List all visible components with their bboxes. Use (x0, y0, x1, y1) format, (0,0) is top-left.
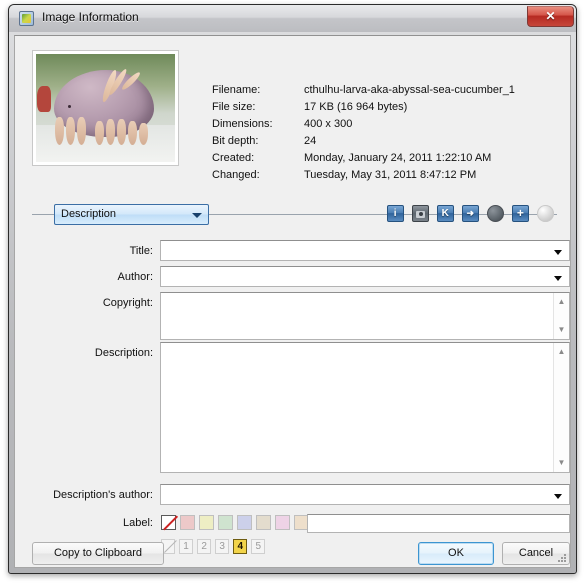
globe-icon[interactable] (486, 205, 504, 222)
label-swatch-green[interactable] (218, 515, 234, 530)
scroll-down-icon[interactable]: ▼ (554, 322, 569, 338)
close-button[interactable] (527, 6, 574, 27)
image-app-icon (19, 11, 34, 26)
window-title: Image Information (42, 10, 139, 24)
thumbnail-image (36, 54, 175, 162)
metadata-label: Created: (212, 152, 255, 164)
metadata-label: File size: (212, 101, 256, 113)
scroll-down-icon[interactable]: ▼ (554, 455, 569, 471)
camera-icon[interactable] (411, 205, 429, 222)
description-author-field[interactable] (160, 484, 570, 505)
copyright-field[interactable]: ▲ ▼ (160, 292, 570, 340)
chevron-down-icon (554, 250, 562, 255)
chevron-down-icon (554, 276, 562, 281)
thumbnail-preview (32, 50, 179, 166)
label-swatch-none[interactable] (161, 515, 176, 530)
info-icon-glyph: i (393, 208, 397, 219)
title-field-label: Title: (129, 245, 153, 257)
description-field[interactable]: ▲ ▼ (160, 342, 570, 473)
copy-to-clipboard-button[interactable]: Copy to Clipboard (32, 542, 164, 565)
copyright-field-label: Copyright: (102, 297, 153, 309)
ok-button[interactable]: OK (418, 542, 494, 565)
rating-option-3[interactable]: 3 (215, 539, 230, 554)
author-field[interactable] (160, 266, 570, 287)
arrow-right-icon[interactable]: ➜ (461, 205, 479, 222)
label-swatch-blue[interactable] (237, 515, 253, 530)
rating-option-4[interactable]: 4 (233, 539, 248, 554)
metadata-label: Bit depth: (212, 135, 259, 147)
metadata-value: 24 (304, 135, 317, 147)
scroll-up-icon[interactable]: ▲ (554, 294, 569, 310)
keywords-icon[interactable]: K (436, 205, 454, 222)
label-swatch-red[interactable] (180, 515, 196, 530)
description-author-field-label: Description's author: (53, 489, 153, 501)
rating-option-2[interactable]: 2 (197, 539, 212, 554)
arrow-right-icon-glyph: ➜ (466, 208, 475, 218)
copyright-scrollbar[interactable]: ▲ ▼ (553, 293, 569, 339)
description-scrollbar[interactable]: ▲ ▼ (553, 343, 569, 472)
metadata-value: Monday, January 24, 2011 1:22:10 AM (304, 152, 492, 164)
label-swatch-pink[interactable] (275, 515, 291, 530)
chevron-down-icon (192, 213, 202, 218)
section-dropdown-value: Description (61, 208, 117, 220)
sphere-icon[interactable] (537, 205, 554, 222)
image-information-window: Image Information ✕ Filename: cthulhu-la… (8, 4, 577, 574)
rating-option-1[interactable]: 1 (179, 539, 194, 554)
chevron-down-icon (554, 494, 562, 499)
metadata-label: Changed: (212, 169, 260, 181)
label-swatch-yellow[interactable] (199, 515, 215, 530)
metadata-label: Filename: (212, 84, 261, 96)
metadata-toolbar: i K ➜ + (382, 205, 554, 222)
rating-option-5[interactable]: 5 (251, 539, 266, 554)
label-text-input[interactable] (307, 514, 570, 533)
info-icon[interactable]: i (386, 205, 404, 222)
title-field[interactable] (160, 240, 570, 261)
add-plus-icon[interactable]: + (511, 205, 529, 222)
label-field-label: Label: (123, 517, 153, 529)
add-plus-icon-glyph: + (516, 206, 524, 220)
rating-selector: 1 2 3 4 5 (161, 539, 266, 554)
label-swatch-tan[interactable] (256, 515, 272, 530)
dialog-client-area: Filename: cthulhu-larva-aka-abyssal-sea-… (14, 35, 571, 568)
metadata-value: Tuesday, May 31, 2011 8:47:12 PM (304, 169, 477, 181)
scroll-up-icon[interactable]: ▲ (554, 344, 569, 360)
section-dropdown[interactable]: Description (54, 204, 209, 225)
description-field-label: Description: (94, 347, 153, 359)
metadata-value: 17 KB (16 964 bytes) (304, 101, 408, 113)
resize-grip[interactable] (557, 554, 567, 564)
keywords-icon-glyph: K (441, 208, 449, 219)
title-bar: Image Information (9, 5, 576, 32)
metadata-label: Dimensions: (212, 118, 273, 130)
metadata-value: 400 x 300 (304, 118, 353, 130)
author-field-label: Author: (117, 271, 153, 283)
metadata-value: cthulhu-larva-aka-abyssal-sea-cucumber_1 (304, 84, 515, 96)
